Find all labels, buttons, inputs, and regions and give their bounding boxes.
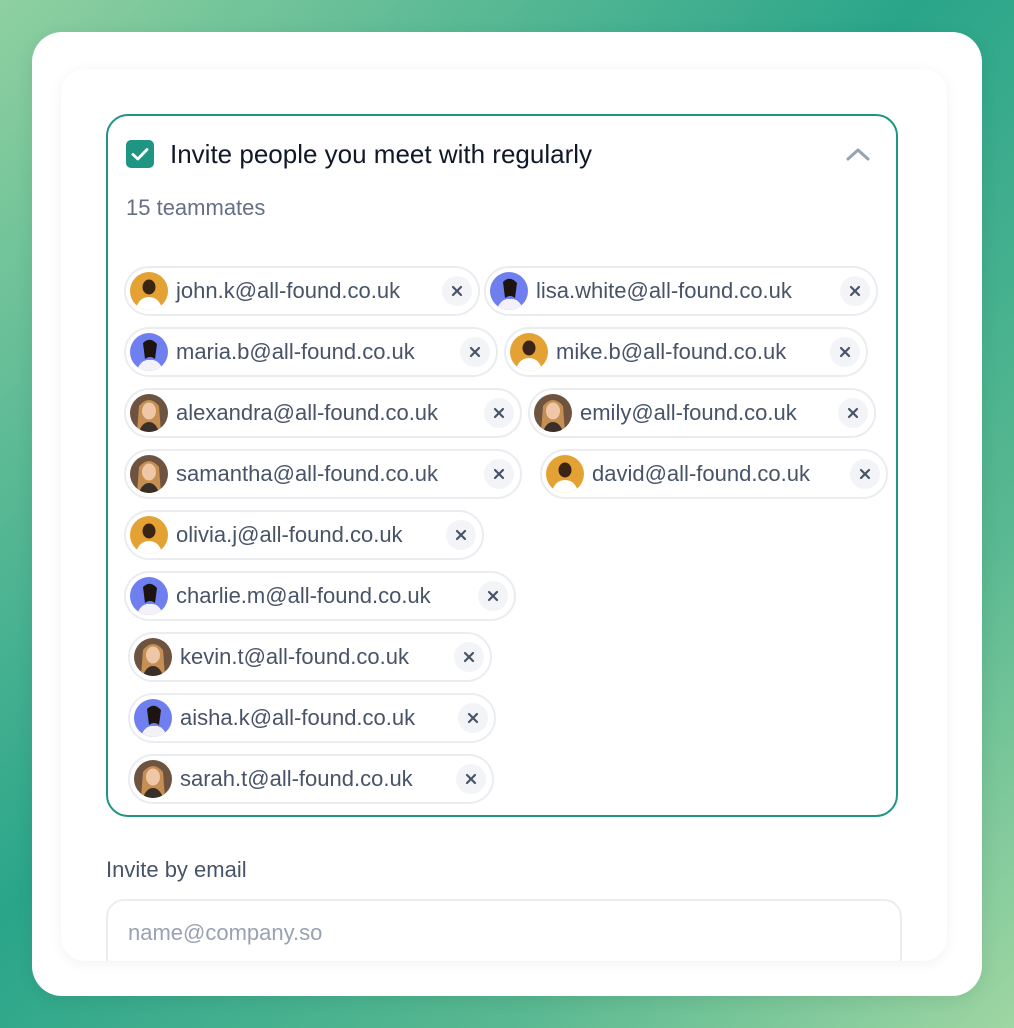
remove-invitee-button[interactable] [850, 459, 880, 489]
invitee-email: aisha.k@all-found.co.uk [180, 705, 416, 730]
close-icon [847, 407, 859, 419]
avatar [130, 333, 168, 371]
remove-invitee-button[interactable] [460, 337, 490, 367]
avatar [130, 394, 168, 432]
invite-regulars-panel: Invite people you meet with regularly 15… [106, 114, 898, 817]
invitee-email: emily@all-found.co.uk [580, 400, 797, 425]
close-icon [493, 407, 505, 419]
invitee-email: alexandra@all-found.co.uk [176, 400, 439, 425]
avatar [130, 455, 168, 493]
invite-email-input[interactable] [106, 899, 902, 961]
invitee-email: olivia.j@all-found.co.uk [176, 522, 403, 547]
invitee-chip: olivia.j@all-found.co.uk [124, 510, 484, 560]
close-icon [465, 773, 477, 785]
remove-invitee-button[interactable] [442, 276, 472, 306]
close-icon [451, 285, 463, 297]
close-icon [839, 346, 851, 358]
invitee-chip: kevin.t@all-found.co.uk [128, 632, 492, 682]
invitee-email: david@all-found.co.uk [592, 461, 811, 486]
check-icon [131, 148, 149, 161]
invitee-chip: emily@all-found.co.uk [528, 388, 876, 438]
avatar [130, 272, 168, 310]
remove-invitee-button[interactable] [458, 703, 488, 733]
remove-invitee-button[interactable] [478, 581, 508, 611]
invitee-chip: aisha.k@all-found.co.uk [128, 693, 496, 743]
invitee-email: kevin.t@all-found.co.uk [180, 644, 410, 669]
invitee-email: maria.b@all-found.co.uk [176, 339, 415, 364]
remove-invitee-button[interactable] [454, 642, 484, 672]
remove-invitee-button[interactable] [456, 764, 486, 794]
panel-title: Invite people you meet with regularly [170, 139, 593, 169]
collapse-button[interactable] [844, 142, 872, 166]
close-icon [487, 590, 499, 602]
invitee-email: john.k@all-found.co.uk [176, 278, 401, 303]
invitee-chip: charlie.m@all-found.co.uk [124, 571, 516, 621]
avatar [534, 394, 572, 432]
invite-regulars-checkbox[interactable] [126, 140, 154, 168]
invite-card: Invite people you meet with regularly 15… [61, 69, 947, 961]
avatar [546, 455, 584, 493]
invitee-email: lisa.white@all-found.co.uk [536, 278, 792, 303]
avatar [134, 638, 172, 676]
remove-invitee-button[interactable] [840, 276, 870, 306]
avatar [490, 272, 528, 310]
teammate-count: 15 teammates [126, 195, 266, 220]
invitee-email: mike.b@all-found.co.uk [556, 339, 787, 364]
close-icon [467, 712, 479, 724]
close-icon [463, 651, 475, 663]
remove-invitee-button[interactable] [484, 398, 514, 428]
remove-invitee-button[interactable] [838, 398, 868, 428]
remove-invitee-button[interactable] [484, 459, 514, 489]
avatar [134, 699, 172, 737]
avatar [134, 760, 172, 798]
invitee-chip: sarah.t@all-found.co.uk [128, 754, 494, 804]
chevron-up-icon [846, 148, 870, 161]
close-icon [849, 285, 861, 297]
outer-card: Invite people you meet with regularly 15… [32, 32, 982, 996]
invitee-email: samantha@all-found.co.uk [176, 461, 439, 486]
avatar [130, 577, 168, 615]
invitee-chip: john.k@all-found.co.uk [124, 266, 480, 316]
invitee-chip: lisa.white@all-found.co.uk [484, 266, 878, 316]
invitee-email: sarah.t@all-found.co.uk [180, 766, 413, 791]
invitee-chip: samantha@all-found.co.uk [124, 449, 522, 499]
invitee-chip: maria.b@all-found.co.uk [124, 327, 498, 377]
invitee-email: charlie.m@all-found.co.uk [176, 583, 431, 608]
invitee-chip: alexandra@all-found.co.uk [124, 388, 522, 438]
close-icon [859, 468, 871, 480]
invite-by-email-label: Invite by email [106, 857, 247, 882]
remove-invitee-button[interactable] [446, 520, 476, 550]
close-icon [469, 346, 481, 358]
invitee-chip: mike.b@all-found.co.uk [504, 327, 868, 377]
remove-invitee-button[interactable] [830, 337, 860, 367]
close-icon [455, 529, 467, 541]
avatar [510, 333, 548, 371]
avatar [130, 516, 168, 554]
invitee-chip: david@all-found.co.uk [540, 449, 888, 499]
close-icon [493, 468, 505, 480]
